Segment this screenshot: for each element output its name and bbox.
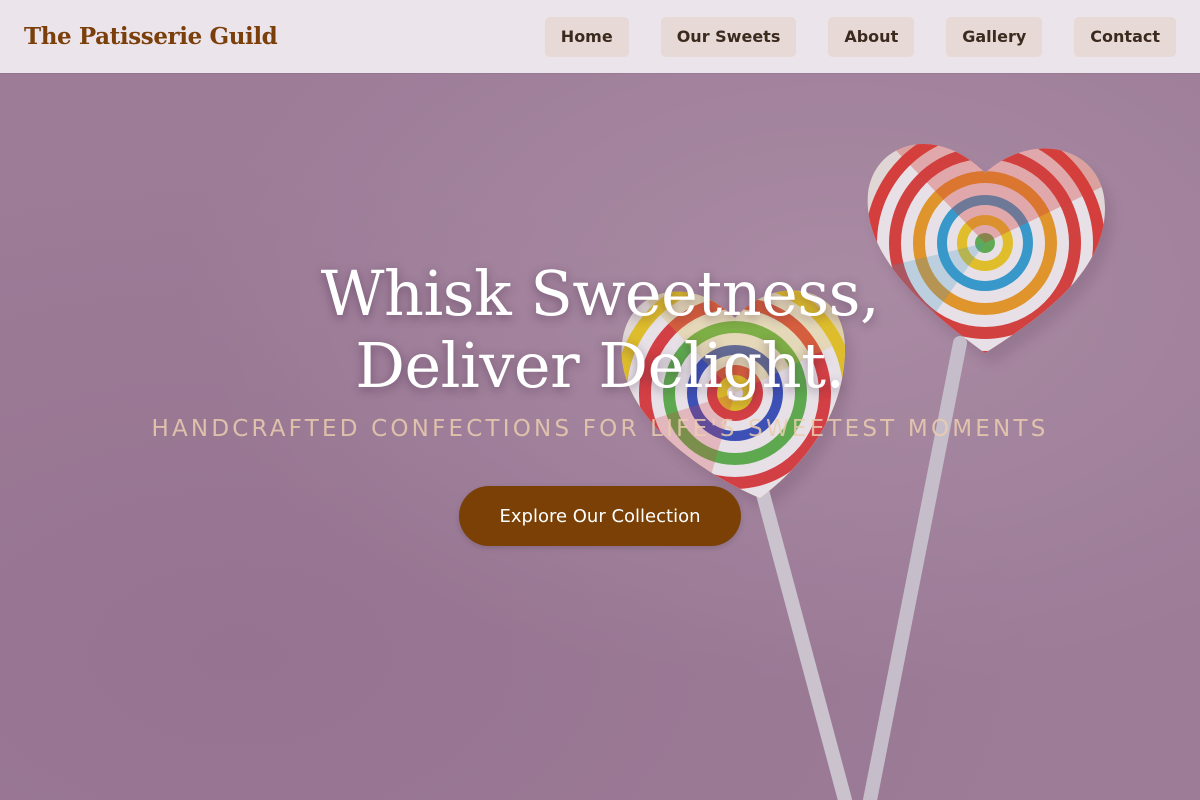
explore-collection-button[interactable]: Explore Our Collection xyxy=(459,486,741,546)
site-header: The Patisserie Guild Home Our Sweets Abo… xyxy=(0,0,1200,73)
hero-title: Whisk Sweetness, Deliver Delight. xyxy=(0,258,1200,402)
nav-contact-button[interactable]: Contact xyxy=(1074,16,1176,57)
nav-home-button[interactable]: Home xyxy=(544,16,629,57)
hero-title-line-1: Whisk Sweetness, xyxy=(320,257,880,330)
brand-logo[interactable]: The Patisserie Guild xyxy=(24,23,278,50)
hero-subtitle: Handcrafted Confections for Life's Sweet… xyxy=(151,416,1049,442)
nav-gallery-button[interactable]: Gallery xyxy=(946,16,1043,57)
hero-title-line-2: Deliver Delight. xyxy=(355,329,845,402)
hero-section: Whisk Sweetness, Deliver Delight. Handcr… xyxy=(0,73,1200,800)
nav-our-sweets-button[interactable]: Our Sweets xyxy=(660,16,797,57)
nav-about-button[interactable]: About xyxy=(828,16,915,57)
main-nav: Home Our Sweets About Gallery Contact xyxy=(544,16,1176,57)
